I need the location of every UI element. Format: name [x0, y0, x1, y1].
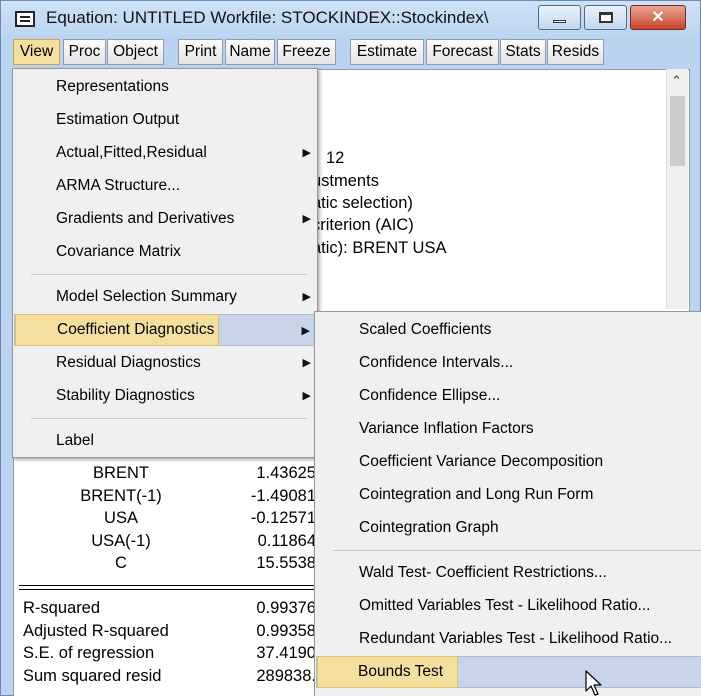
stats-button[interactable]: Stats	[500, 39, 546, 65]
coef-value: 15.5538	[256, 554, 316, 572]
coef-var: C	[115, 554, 127, 572]
submenu-arrow-icon: ▶	[301, 325, 310, 337]
menu-separator	[31, 418, 307, 419]
menu-item-model-selection-summary[interactable]: Model Selection Summary ▶	[16, 281, 314, 313]
menu-item-cointegration-graph[interactable]: Cointegration Graph	[318, 512, 699, 544]
submenu-arrow-icon: ▶	[302, 213, 311, 225]
menu-item-bounds-test[interactable]: Bounds Test	[316, 656, 701, 688]
menu-item-actual-fitted-residual[interactable]: Actual,Fitted,Residual ▶	[16, 137, 314, 169]
menu-item-label[interactable]: Label	[16, 425, 314, 457]
maximize-button[interactable]	[584, 5, 627, 30]
close-button[interactable]: ✕	[630, 5, 686, 30]
coef-var: BRENT(-1)	[80, 487, 162, 505]
print-button[interactable]: Print	[178, 39, 223, 65]
table-rule	[19, 585, 319, 586]
menu-item-confidence-ellipse[interactable]: Confidence Ellipse...	[318, 380, 699, 412]
estimate-button[interactable]: Estimate	[350, 39, 424, 65]
scroll-up-icon[interactable]: ⌃	[671, 73, 682, 89]
title-bar[interactable]: Equation: UNTITLED Workfile: STOCKINDEX:…	[1, 1, 701, 37]
menu-item-estimation-output[interactable]: Estimation Output	[16, 104, 314, 136]
stat-label: R-squared	[23, 599, 101, 617]
menu-item-arma-structure[interactable]: ARMA Structure...	[16, 170, 314, 202]
stat-value: 289838.	[256, 667, 316, 685]
stat-label: Adjusted R-squared	[23, 622, 169, 640]
name-button[interactable]: Name	[225, 39, 275, 65]
output-line: ustments	[312, 172, 379, 190]
output-line: atic): BRENT USA	[312, 239, 447, 257]
menu-item-representations[interactable]: Representations	[16, 71, 314, 103]
maximize-icon	[599, 12, 613, 23]
menu-item-scaled-coefficients[interactable]: Scaled Coefficients	[318, 314, 699, 346]
view-menu: Representations Estimation Output Actual…	[12, 68, 318, 458]
submenu-arrow-icon: ▶	[302, 147, 311, 159]
coef-value: -0.12571	[250, 509, 316, 527]
menu-item-residual-diagnostics[interactable]: Residual Diagnostics ▶	[16, 347, 314, 379]
scroll-thumb[interactable]	[670, 96, 685, 166]
stat-value: 0.99358	[256, 622, 316, 640]
stat-label: S.E. of regression	[23, 644, 155, 662]
coef-value: 1.43625	[256, 464, 316, 482]
menu-item-gradients-derivatives[interactable]: Gradients and Derivatives ▶	[16, 203, 314, 235]
minimize-icon	[553, 20, 566, 23]
window-title: Equation: UNTITLED Workfile: STOCKINDEX:…	[46, 8, 489, 27]
coef-value: -1.49081	[250, 487, 316, 505]
menu-item-stability-diagnostics[interactable]: Stability Diagnostics ▶	[16, 380, 314, 412]
menu-item-cointegration-long-run-form[interactable]: Cointegration and Long Run Form	[318, 479, 699, 511]
submenu-arrow-icon: ▶	[302, 357, 311, 369]
menu-item-coefficient-variance-decomposition[interactable]: Coefficient Variance Decomposition	[318, 446, 699, 478]
coef-var: BRENT	[93, 464, 149, 482]
equation-window: Equation: UNTITLED Workfile: STOCKINDEX:…	[0, 0, 701, 696]
minimize-button[interactable]	[538, 5, 581, 30]
freeze-button[interactable]: Freeze	[277, 39, 336, 65]
submenu-arrow-icon: ▶	[302, 291, 311, 303]
menu-item-covariance-matrix[interactable]: Covariance Matrix	[16, 236, 314, 268]
coef-var: USA	[104, 509, 138, 527]
output-line: atic selection)	[312, 194, 413, 212]
menu-item-coefficient-diagnostics[interactable]: Coefficient Diagnostics ▶	[14, 314, 316, 346]
output-line: 12	[326, 149, 345, 167]
stat-label: Sum squared resid	[23, 667, 162, 685]
menu-item-confidence-intervals[interactable]: Confidence Intervals...	[318, 347, 699, 379]
resids-button[interactable]: Resids	[547, 39, 604, 65]
object-button[interactable]: Object	[107, 39, 164, 65]
stat-value: 0.99376	[256, 599, 316, 617]
proc-button[interactable]: Proc	[63, 39, 106, 65]
menu-item-wald-test[interactable]: Wald Test- Coefficient Restrictions...	[318, 557, 699, 589]
submenu-arrow-icon: ▶	[302, 390, 311, 402]
coef-var: USA(-1)	[91, 532, 151, 550]
stat-value: 37.4190	[256, 644, 316, 662]
menu-item-redundant-variables-test[interactable]: Redundant Variables Test - Likelihood Ra…	[318, 623, 699, 655]
menu-item-omitted-variables-test[interactable]: Omitted Variables Test - Likelihood Rati…	[318, 590, 699, 622]
close-icon: ✕	[651, 9, 665, 26]
table-rule	[19, 589, 319, 590]
forecast-button[interactable]: Forecast	[426, 39, 499, 65]
output-line: criterion (AIC)	[312, 216, 414, 234]
system-menu-icon[interactable]	[15, 11, 35, 27]
coefficient-diagnostics-submenu: Scaled Coefficients Confidence Intervals…	[314, 311, 701, 696]
coef-value: 0.11864	[257, 532, 316, 550]
vertical-scrollbar[interactable]: ⌃	[666, 69, 688, 309]
view-button[interactable]: View	[13, 39, 60, 65]
menu-item-variance-inflation-factors[interactable]: Variance Inflation Factors	[318, 413, 699, 445]
mouse-cursor-icon	[585, 670, 602, 696]
menu-separator	[31, 274, 307, 275]
menu-separator	[333, 550, 701, 551]
